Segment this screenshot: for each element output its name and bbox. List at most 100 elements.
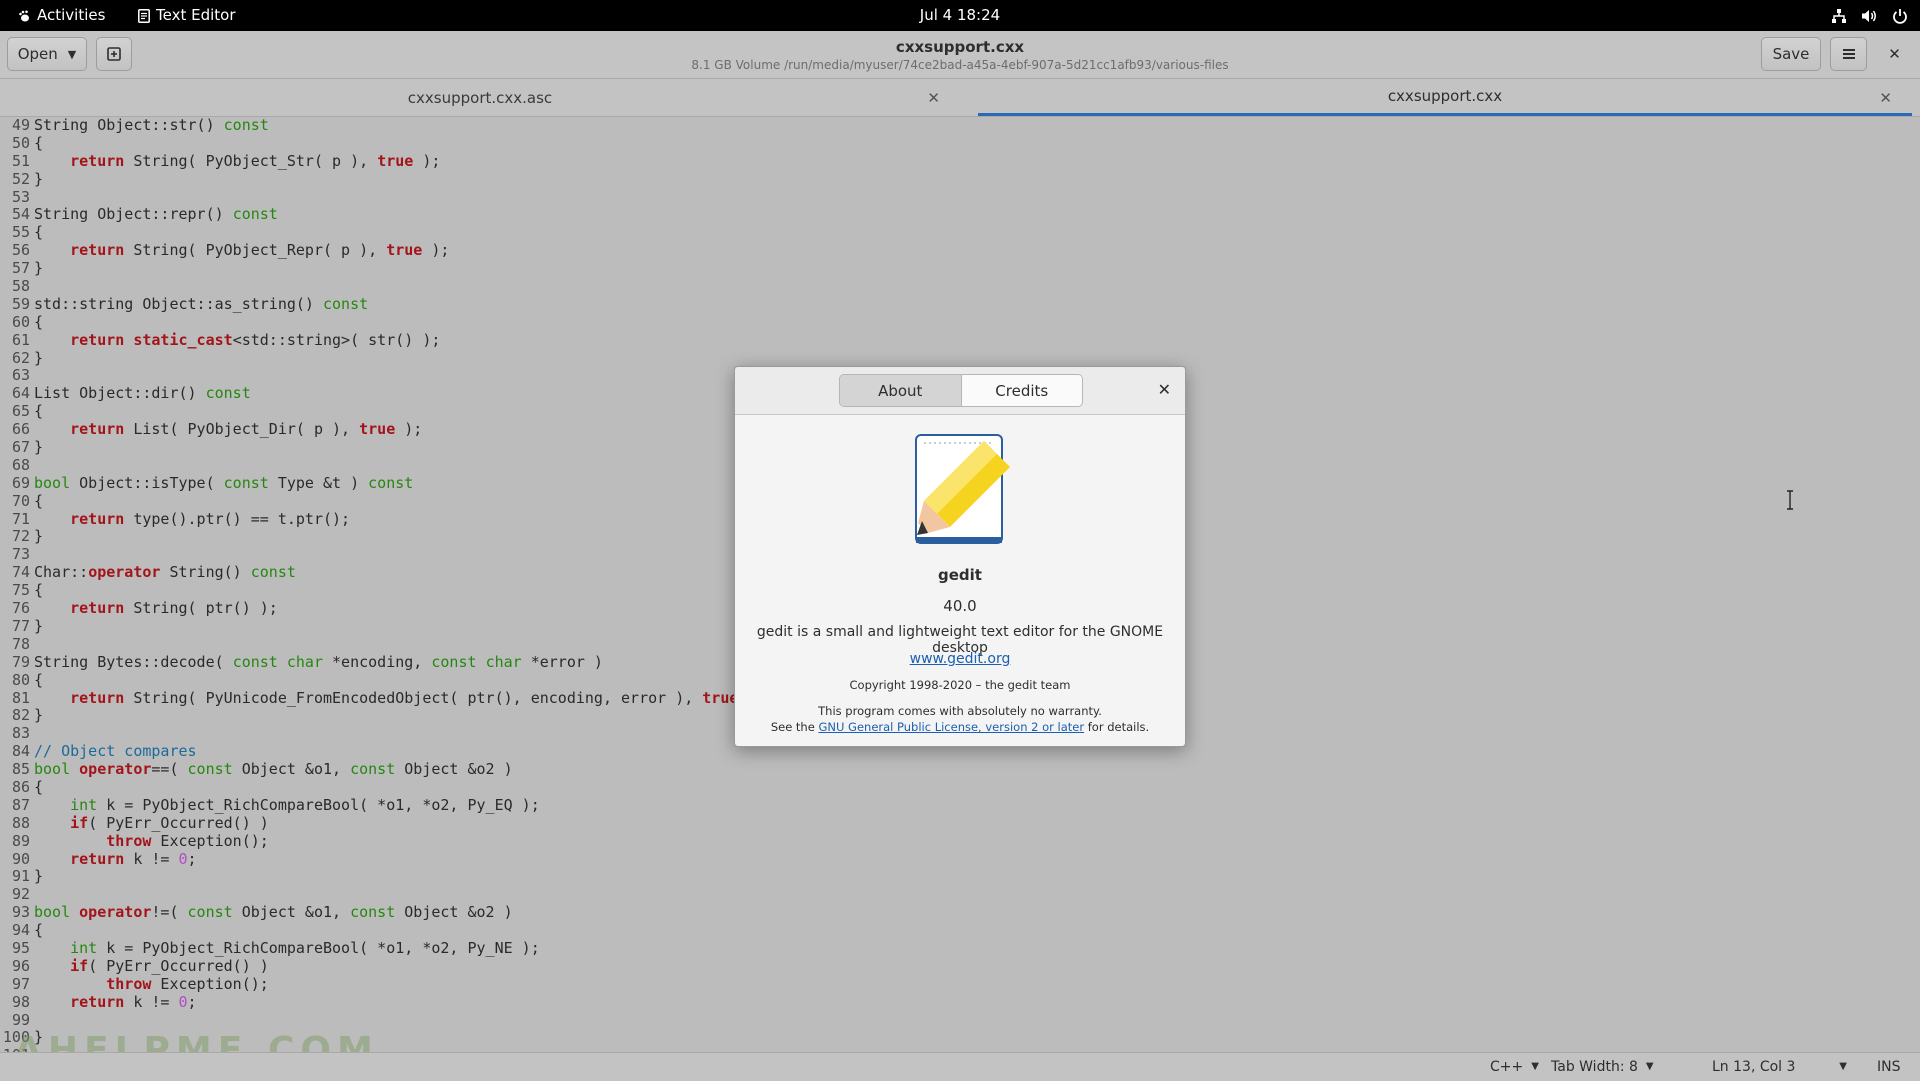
tab-label: cxxsupport.cxx.asc	[407, 88, 553, 107]
code-line: 88 if( PyErr_Occurred() )	[0, 813, 1920, 833]
line-number: 99	[11, 1010, 30, 1029]
code-token: {	[34, 777, 44, 796]
line-number: 96	[11, 956, 30, 975]
code-token: k !=	[124, 992, 179, 1011]
line-number: 55	[11, 223, 30, 242]
code-token: {	[34, 402, 44, 421]
line-number: 92	[11, 885, 30, 904]
close-tab-icon[interactable]: ✕	[927, 89, 940, 107]
code-token: int	[70, 795, 98, 814]
code-token: }	[34, 438, 44, 457]
code-token: Object::isType(	[70, 473, 224, 492]
line-number: 81	[11, 688, 30, 707]
code-token: *error )	[521, 652, 603, 671]
line-number: 68	[11, 455, 30, 474]
code-token: const	[431, 652, 477, 671]
line-number: 87	[11, 795, 30, 814]
line-number: 50	[11, 133, 30, 152]
window-subtitle: 8.1 GB Volume /run/media/myuser/74ce2bad…	[691, 58, 1229, 72]
code-line: 97 throw Exception();	[0, 974, 1920, 994]
code-token: return	[70, 151, 125, 170]
tab-cxxsupport-cxx[interactable]: cxxsupport.cxx ✕	[978, 79, 1912, 116]
code-token: String()	[160, 563, 251, 582]
code-line: 53	[0, 188, 1920, 207]
code-line: 85 bool operator==( const Object &o1, con…	[0, 760, 1920, 779]
code-token: Object &o2 )	[395, 903, 513, 922]
close-tab-icon[interactable]: ✕	[1879, 89, 1892, 107]
tab-cxxsupport-asc[interactable]: cxxsupport.cxx.asc ✕	[0, 79, 960, 116]
code-token: const	[250, 563, 296, 582]
code-token: Object &o1,	[232, 903, 351, 922]
code-token: const	[232, 652, 278, 671]
credits-tab-button[interactable]: Credits	[961, 375, 1082, 406]
code-token: Exception();	[151, 974, 269, 993]
code-token: String( PyObject_Repr( p ),	[124, 241, 387, 260]
code-line: 96 if( PyErr_Occurred() )	[0, 956, 1920, 976]
code-token: {	[34, 581, 44, 600]
code-token: operator	[79, 760, 152, 779]
tab-width-selector[interactable]: Tab Width: 8 ▼	[1551, 1053, 1654, 1081]
close-dialog-icon[interactable]: ✕	[1158, 380, 1171, 399]
code-token: static_cast	[133, 330, 233, 349]
language-label: C++	[1490, 1059, 1524, 1075]
tab-width-label: Tab Width: 8	[1551, 1059, 1638, 1075]
code-line: 93 bool operator!=( const Object &o1, con…	[0, 903, 1920, 922]
line-number: 61	[11, 330, 30, 349]
line-number: 89	[11, 831, 30, 850]
line-number: 60	[11, 312, 30, 331]
code-token: throw	[106, 974, 152, 993]
about-tab-button[interactable]: About	[840, 375, 962, 406]
code-token: const	[187, 760, 233, 779]
code-line: 95 int k = PyObject_RichCompareBool( *o1…	[0, 939, 1920, 958]
code-token: }	[34, 348, 44, 367]
line-number: 70	[11, 491, 30, 510]
code-line: 52}	[0, 170, 1920, 189]
line-number: 93	[11, 903, 30, 922]
website-link[interactable]: www.gedit.org	[735, 651, 1185, 667]
language-selector[interactable]: C++ ▼	[1490, 1053, 1539, 1081]
network-icon	[1832, 8, 1846, 23]
code-token: }	[34, 616, 44, 635]
code-token: !=(	[151, 903, 188, 922]
code-token: k = PyObject_RichCompareBool( *o1, *o2, …	[97, 795, 540, 814]
code-token: bool	[34, 903, 71, 922]
code-token: const	[368, 473, 414, 492]
code-line: 60{	[0, 312, 1920, 332]
code-token: 0	[178, 849, 188, 868]
app-version: 40.0	[943, 597, 977, 615]
text-cursor-icon	[1787, 490, 1793, 510]
cursor-position-label: Ln 13, Col 3	[1712, 1059, 1796, 1075]
code-token: ;	[187, 849, 197, 868]
code-token: return	[70, 330, 125, 349]
code-token: const	[187, 903, 233, 922]
code-token: ( PyErr_Occurred() )	[88, 813, 269, 832]
line-number: 76	[11, 599, 30, 618]
code-token: const	[223, 473, 269, 492]
warranty-line: This program comes with absolutely no wa…	[818, 704, 1102, 718]
line-number: 49	[11, 117, 30, 134]
code-token: const	[350, 760, 396, 779]
code-token: return	[70, 992, 125, 1011]
code-token: String( PyObject_Str( p ),	[124, 151, 378, 170]
line-number: 98	[11, 992, 30, 1011]
code-token: true	[359, 420, 396, 439]
code-line: 50{	[0, 133, 1920, 153]
clock[interactable]: Jul 4 18:24	[0, 0, 1920, 31]
code-token: operator	[79, 903, 152, 922]
chevron-down-icon: ▼	[1839, 1061, 1847, 1072]
cursor-position-selector[interactable]: Ln 13, Col 3 ▼	[1712, 1053, 1847, 1081]
code-token: const	[232, 205, 278, 224]
chevron-down-icon: ▼	[1645, 1061, 1654, 1072]
system-tray[interactable]	[1831, 0, 1908, 31]
license-link[interactable]: GNU General Public License, version 2 or…	[818, 720, 1084, 734]
app-name: gedit	[938, 566, 982, 584]
line-number: 51	[11, 151, 30, 170]
